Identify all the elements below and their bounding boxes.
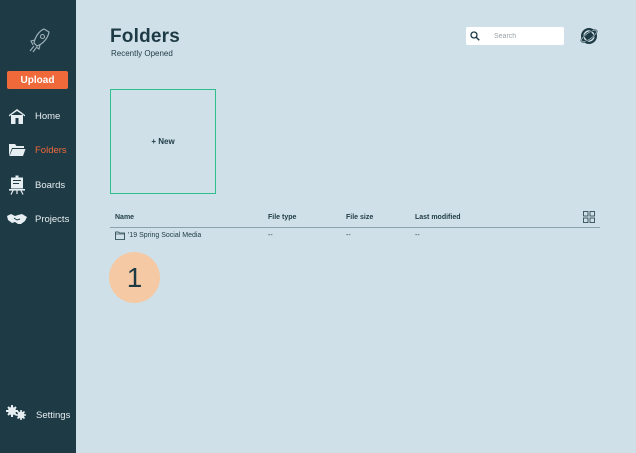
main-content: Folders Recently Opened + New Name File … <box>76 0 636 453</box>
settings-label: Settings <box>36 409 71 421</box>
sidebar-item-label: Folders <box>35 144 67 156</box>
folder-icon <box>7 140 27 160</box>
sidebar-item-label: Boards <box>35 179 66 191</box>
gears-icon <box>6 404 28 426</box>
upload-button[interactable]: Upload <box>7 71 68 89</box>
handshake-icon <box>7 209 27 229</box>
home-icon <box>7 106 27 126</box>
column-header-file-size[interactable]: File size <box>346 214 373 221</box>
sidebar-item-label: Projects <box>35 213 70 225</box>
sidebar-item-folders[interactable]: Folders <box>7 140 75 160</box>
row-file-type: -- <box>268 232 273 239</box>
row-name: '19 Spring Social Media <box>128 232 202 239</box>
step-badge: 1 <box>109 252 160 303</box>
grid-view-icon[interactable] <box>583 211 595 223</box>
folder-outline-icon <box>115 231 125 240</box>
column-header-name[interactable]: Name <box>115 214 134 221</box>
sidebar: Upload Home Folders Boards Projects Sett… <box>0 0 76 453</box>
sidebar-item-home[interactable]: Home <box>7 106 75 126</box>
search-input[interactable] <box>494 32 554 40</box>
new-folder-button[interactable]: + New <box>110 89 216 194</box>
row-last-modified: -- <box>415 232 420 239</box>
avatar[interactable] <box>580 27 598 45</box>
column-header-last-modified[interactable]: Last modified <box>415 214 461 221</box>
page-subtitle: Recently Opened <box>111 49 173 58</box>
sidebar-item-label: Home <box>35 110 61 122</box>
search-box[interactable] <box>466 27 564 45</box>
board-icon <box>7 175 27 195</box>
row-file-size: -- <box>346 232 351 239</box>
search-icon <box>470 31 480 41</box>
sidebar-item-projects[interactable]: Projects <box>7 209 75 229</box>
table-row[interactable]: '19 Spring Social Media -- -- -- <box>110 229 600 243</box>
rocket-icon[interactable] <box>27 26 51 54</box>
column-header-file-type[interactable]: File type <box>268 214 296 221</box>
table-header: Name File type File size Last modified <box>110 210 600 228</box>
page-title: Folders <box>110 26 181 47</box>
sidebar-item-boards[interactable]: Boards <box>7 175 75 195</box>
sidebar-item-settings[interactable]: Settings <box>6 404 76 426</box>
